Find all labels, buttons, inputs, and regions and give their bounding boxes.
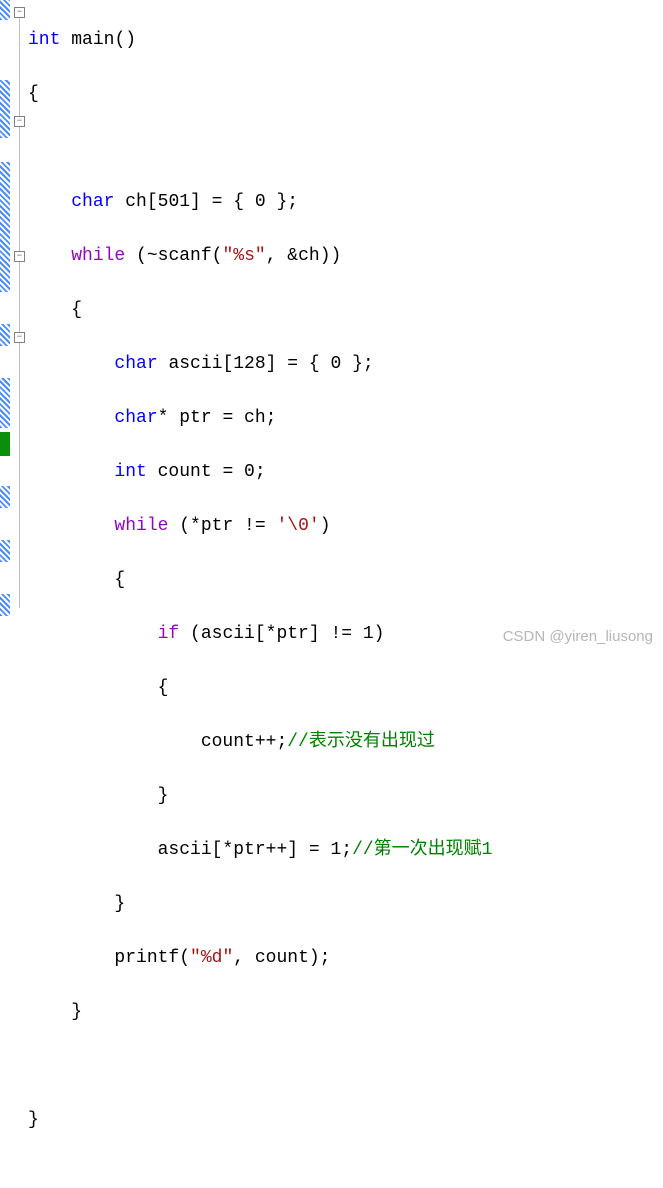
- string-literal: "%s": [222, 246, 265, 266]
- code-line[interactable]: while (*ptr != '\0'): [28, 513, 663, 540]
- code-line[interactable]: {: [28, 297, 663, 324]
- keyword: if: [158, 624, 180, 644]
- char-literal: '\0': [276, 516, 319, 536]
- code-line[interactable]: char ch[501] = { 0 };: [28, 189, 663, 216]
- change-marker: [0, 80, 10, 138]
- brace: {: [71, 300, 82, 320]
- change-marker: [0, 162, 10, 292]
- code-line[interactable]: [28, 135, 663, 162]
- change-marker: [0, 0, 10, 20]
- code-text: (~: [125, 246, 157, 266]
- change-marker: [0, 486, 10, 508]
- code-line[interactable]: }: [28, 999, 663, 1026]
- code-line[interactable]: }: [28, 891, 663, 918]
- code-line[interactable]: [28, 1053, 663, 1080]
- code-line[interactable]: ascii[*ptr++] = 1;//第一次出现赋1: [28, 837, 663, 864]
- brace: }: [28, 1110, 39, 1130]
- code-text: (*ptr !=: [168, 516, 276, 536]
- code-line[interactable]: int count = 0;: [28, 459, 663, 486]
- code-line[interactable]: {: [28, 567, 663, 594]
- code-text: count++;: [201, 732, 287, 752]
- code-line[interactable]: char* ptr = ch;: [28, 405, 663, 432]
- parens: (): [114, 30, 136, 50]
- keyword: char: [114, 354, 157, 374]
- fold-toggle[interactable]: −: [14, 116, 25, 127]
- keyword: int: [114, 462, 146, 482]
- keyword: int: [28, 30, 60, 50]
- fold-toggle[interactable]: −: [14, 7, 25, 18]
- code-text: ascii[128] = { 0 };: [158, 354, 374, 374]
- code-line[interactable]: }: [28, 783, 663, 810]
- change-marker: [0, 378, 10, 428]
- fold-toggle[interactable]: −: [14, 251, 25, 262]
- code-text: * ptr = ch;: [158, 408, 277, 428]
- brace: }: [158, 786, 169, 806]
- code-line[interactable]: {: [28, 675, 663, 702]
- code-text: , &ch)): [266, 246, 342, 266]
- paren: (: [212, 246, 223, 266]
- paren: (: [179, 948, 190, 968]
- code-text: ascii[*ptr++] = 1;: [158, 840, 352, 860]
- code-line[interactable]: }: [28, 1107, 663, 1134]
- code-line[interactable]: while (~scanf("%s", &ch)): [28, 243, 663, 270]
- keyword: while: [114, 516, 168, 536]
- change-marker: [0, 432, 10, 456]
- brace: {: [28, 84, 39, 104]
- identifier: scanf: [158, 246, 212, 266]
- code-area[interactable]: int main() { char ch[501] = { 0 }; while…: [28, 0, 663, 651]
- brace: }: [71, 1002, 82, 1022]
- keyword: while: [71, 246, 125, 266]
- fold-toggle[interactable]: −: [14, 332, 25, 343]
- comment: //表示没有出现过: [287, 732, 435, 752]
- keyword: char: [114, 408, 157, 428]
- brace: {: [158, 678, 169, 698]
- code-text: ): [320, 516, 331, 536]
- change-marker-gutter: [0, 0, 14, 651]
- comment: //第一次出现赋1: [352, 840, 492, 860]
- code-line[interactable]: {: [28, 81, 663, 108]
- change-marker: [0, 540, 10, 562]
- code-text: count = 0;: [147, 462, 266, 482]
- code-line[interactable]: int main(): [28, 27, 663, 54]
- change-marker: [0, 594, 10, 616]
- code-line[interactable]: count++;//表示没有出现过: [28, 729, 663, 756]
- identifier: main: [71, 30, 114, 50]
- keyword: char: [71, 192, 114, 212]
- string-literal: "%d": [190, 948, 233, 968]
- brace: }: [114, 894, 125, 914]
- fold-line: [19, 18, 20, 608]
- code-line[interactable]: char ascii[128] = { 0 };: [28, 351, 663, 378]
- code-text: , count);: [233, 948, 330, 968]
- code-line[interactable]: printf("%d", count);: [28, 945, 663, 972]
- change-marker: [0, 324, 10, 346]
- fold-gutter: − − − −: [14, 0, 28, 651]
- code-editor[interactable]: − − − − int main() { char ch[501] = { 0 …: [0, 0, 663, 651]
- code-text: ch[501] = { 0 };: [114, 192, 298, 212]
- code-text: (ascii[*ptr] != 1): [179, 624, 384, 644]
- brace: {: [114, 570, 125, 590]
- identifier: printf: [114, 948, 179, 968]
- code-line[interactable]: if (ascii[*ptr] != 1): [28, 621, 663, 648]
